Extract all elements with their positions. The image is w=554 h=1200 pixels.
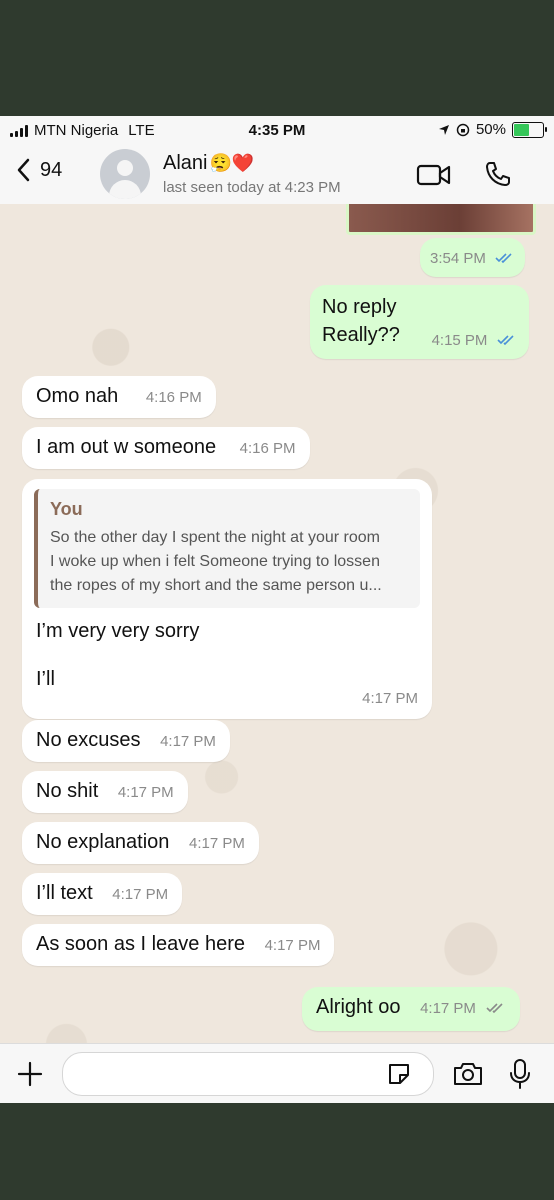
quote-text: So the other day I spent the night at yo…: [50, 529, 380, 546]
message-time: 4:16 PM: [145, 389, 202, 406]
phone-icon[interactable]: [484, 160, 512, 188]
back-button[interactable]: 94: [16, 158, 62, 182]
location-icon: [438, 124, 449, 135]
quote-text: I woke up when i felt Someone trying to …: [50, 553, 380, 570]
read-ticks-icon: [495, 253, 513, 263]
sent-ticks-icon: [485, 1003, 503, 1013]
message-in[interactable]: No shit 4:17 PM: [22, 771, 188, 813]
message-time: 4:16 PM: [239, 440, 296, 457]
message-time: 4:17 PM: [160, 733, 216, 750]
message-input[interactable]: [62, 1052, 434, 1096]
status-right: 50%: [438, 121, 547, 138]
contact-info[interactable]: Alani 😮‍💨❤️ last seen today at 4:23 PM: [163, 152, 341, 196]
message-in[interactable]: No excuses 4:17 PM: [22, 720, 230, 762]
message-text: No shit: [36, 780, 99, 802]
message-out[interactable]: 3:54 PM: [420, 238, 526, 277]
image-message-thumbnail[interactable]: [346, 204, 536, 235]
message-time: 4:17 PM: [362, 690, 418, 707]
message-out[interactable]: Alright oo 4:17 PM: [302, 987, 520, 1031]
message-text: I’ll text: [36, 882, 93, 904]
chevron-left-icon: [17, 158, 30, 182]
read-ticks-icon: [497, 335, 514, 345]
message-in[interactable]: No explanation 4:17 PM: [22, 822, 259, 864]
composer-bar: [0, 1043, 554, 1103]
microphone-icon[interactable]: [508, 1058, 532, 1090]
quote-author: You: [50, 499, 83, 519]
camera-icon[interactable]: [452, 1061, 484, 1087]
message-in[interactable]: I’ll text 4:17 PM: [22, 873, 183, 915]
phone-screen: MTN Nigeria LTE 4:35 PM 50% 94 Alani 😮‍💨…: [0, 116, 554, 1103]
chat-header: 94 Alani 😮‍💨❤️ last seen today at 4:23 P…: [0, 144, 554, 205]
message-time: 4:17 PM: [112, 886, 169, 903]
quote-text: the ropes of my short and the same perso…: [50, 577, 382, 594]
message-text: As soon as I leave here: [36, 933, 246, 955]
avatar[interactable]: [100, 149, 150, 199]
message-time: 4:17 PM: [264, 937, 321, 954]
sticker-icon[interactable]: [386, 1061, 412, 1087]
message-text: I’m very very sorry: [36, 620, 200, 642]
unread-count: 94: [40, 158, 63, 181]
orientation-lock-icon: [456, 123, 470, 136]
message-text: I’ll: [36, 668, 55, 690]
message-in[interactable]: As soon as I leave here 4:17 PM: [22, 924, 335, 966]
message-text: No excuses: [36, 729, 141, 751]
message-time: 4:17 PM: [117, 784, 174, 801]
message-in-reply[interactable]: You So the other day I spent the night a…: [22, 479, 432, 719]
quoted-message[interactable]: You So the other day I spent the night a…: [34, 489, 420, 608]
contact-name: Alani: [163, 152, 208, 174]
status-bar: MTN Nigeria LTE 4:35 PM 50%: [0, 116, 554, 144]
message-time: 4:17 PM: [420, 1000, 476, 1017]
battery-icon: [512, 121, 547, 138]
plus-icon[interactable]: [16, 1060, 44, 1088]
message-text: Omo nah: [36, 385, 119, 407]
message-time: 3:54 PM: [430, 250, 486, 267]
message-text: No reply: [322, 296, 397, 318]
message-time: 4:17 PM: [189, 835, 245, 852]
message-text: I am out w someone: [36, 436, 217, 458]
message-text: Alright oo: [316, 996, 401, 1018]
message-time: 4:15 PM: [431, 332, 488, 349]
last-seen: last seen today at 4:23 PM: [163, 179, 341, 196]
message-out[interactable]: No reply Really?? 4:15 PM: [310, 285, 529, 359]
message-in[interactable]: Omo nah 4:16 PM: [22, 376, 216, 418]
chat-area[interactable]: 3:54 PM No reply Really?? 4:15 PM Omo na…: [0, 204, 554, 1103]
message-text: No explanation: [36, 831, 170, 853]
contact-emoji: 😮‍💨❤️: [209, 153, 255, 173]
message-in[interactable]: I am out w someone 4:16 PM: [22, 427, 310, 469]
battery-percent: 50%: [475, 121, 506, 138]
video-icon[interactable]: [416, 163, 452, 187]
